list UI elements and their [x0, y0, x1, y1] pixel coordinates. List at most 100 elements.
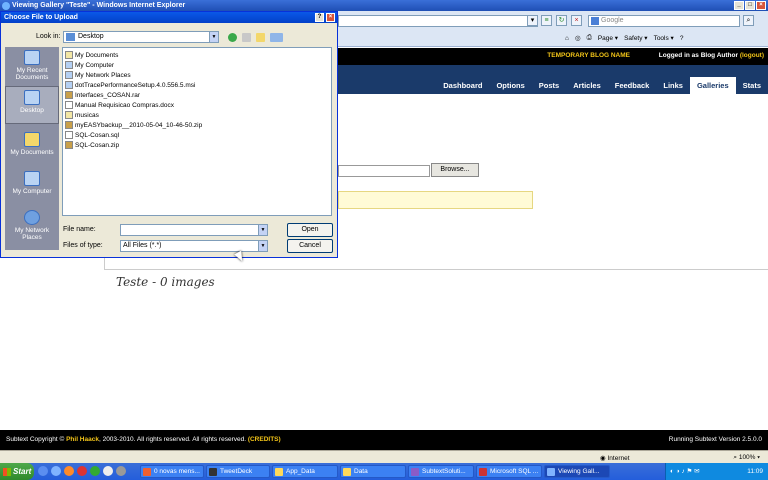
tweetdeck-icon	[209, 468, 217, 476]
help-icon[interactable]: ?	[680, 35, 684, 42]
file-name: My Computer	[75, 61, 115, 69]
maximize-button[interactable]: □	[745, 1, 755, 10]
print-icon[interactable]: ⎙	[587, 34, 592, 42]
tools-menu[interactable]: Tools ▾	[654, 34, 674, 42]
list-item[interactable]: My Network Places	[65, 70, 131, 80]
quicklaunch-ie-icon[interactable]	[51, 466, 61, 476]
list-item[interactable]: musicas	[65, 110, 99, 120]
archive-icon	[65, 141, 73, 149]
place-network[interactable]: My Network Places	[5, 207, 59, 245]
quicklaunch-chrome-icon[interactable]	[77, 466, 87, 476]
page-menu[interactable]: Page ▾	[598, 34, 618, 42]
list-item[interactable]: myEASYbackup__2010-05-04_10-46-50.zip	[65, 120, 202, 130]
cancel-button[interactable]: Cancel	[287, 239, 333, 253]
address-dropdown-icon[interactable]: ▾	[527, 15, 538, 26]
tab-posts[interactable]: Posts	[532, 81, 566, 94]
task-subtext[interactable]: SubtextSoluti...	[408, 465, 474, 478]
dialog-close-button[interactable]: ×	[326, 13, 335, 22]
tab-stats[interactable]: Stats	[736, 81, 768, 94]
tab-galleries[interactable]: Galleries	[689, 77, 736, 94]
quicklaunch-app3-icon[interactable]	[116, 466, 126, 476]
search-input[interactable]: Google	[588, 15, 740, 27]
place-recent[interactable]: My Recent Documents	[5, 47, 59, 85]
quicklaunch-app2-icon[interactable]	[103, 466, 113, 476]
feeds-icon[interactable]: ◎	[575, 34, 581, 42]
view-menu-icon[interactable]	[270, 33, 283, 42]
tab-links[interactable]: Links	[656, 81, 690, 94]
list-item[interactable]: Interfaces_COSAN.rar	[65, 90, 140, 100]
new-folder-icon[interactable]	[256, 33, 265, 42]
tab-feedback[interactable]: Feedback	[608, 81, 657, 94]
credits-link[interactable]: (CREDITS)	[248, 436, 281, 443]
file-name-label: File name:	[63, 226, 96, 233]
visual-studio-icon	[411, 468, 419, 476]
file-name: myEASYbackup__2010-05-04_10-46-50.zip	[75, 121, 203, 129]
logout-link[interactable]: (logout)	[740, 52, 764, 59]
look-in-select[interactable]: Desktop ▼	[63, 31, 219, 43]
dialog-title-bar: Choose File to Upload ? ×	[1, 12, 337, 23]
list-item[interactable]: SQL-Cosan.zip	[65, 140, 119, 150]
compatibility-icon[interactable]: ≡	[541, 15, 552, 26]
start-label: Start	[13, 467, 32, 476]
search-placeholder: Google	[601, 17, 624, 24]
task-app-data[interactable]: App_Data	[272, 465, 338, 478]
command-bar: ⌂ ◎ ⎙ Page ▾ Safety ▾ Tools ▾ ?	[565, 32, 683, 44]
search-icon[interactable]: ⌕	[743, 15, 754, 26]
home-icon[interactable]: ⌂	[565, 35, 569, 42]
file-type-select[interactable]: All Files (*.*) ▼	[120, 240, 268, 252]
zoom-level: 100%	[738, 454, 756, 461]
tray-icons[interactable]: ◐ ◑ ♪ ⚑ ✉	[670, 468, 700, 475]
file-name: Manual Requisicao Compras.docx	[75, 101, 174, 109]
list-item[interactable]: Manual Requisicao Compras.docx	[65, 100, 174, 110]
tab-dashboard[interactable]: Dashboard	[436, 81, 489, 94]
minimize-button[interactable]: _	[734, 1, 744, 10]
safety-menu[interactable]: Safety ▾	[624, 34, 648, 42]
zoom-control[interactable]: ⌕ 100% ▾	[733, 454, 760, 462]
look-in-label: Look in:	[36, 33, 61, 40]
place-desktop[interactable]: Desktop	[5, 86, 59, 124]
desktop-icon	[66, 33, 75, 41]
open-button[interactable]: Open	[287, 223, 333, 237]
look-in-value: Desktop	[78, 33, 104, 40]
close-button[interactable]: ×	[756, 1, 766, 10]
task-sql[interactable]: Microsoft SQL ...	[476, 465, 542, 478]
version-text: Running Subtext Version 2.5.0.0	[668, 436, 762, 443]
place-my-documents[interactable]: My Documents	[5, 129, 59, 167]
tab-articles[interactable]: Articles	[566, 81, 608, 94]
gallery-title: Teste - 0 images	[116, 275, 215, 289]
address-bar[interactable]	[338, 15, 538, 27]
dialog-title: Choose File to Upload	[4, 14, 78, 21]
chevron-down-icon[interactable]: ▼	[258, 225, 267, 235]
task-label: Viewing Gall...	[558, 468, 600, 475]
up-folder-icon[interactable]	[242, 33, 251, 42]
task-mail[interactable]: 0 novas mens...	[140, 465, 204, 478]
task-viewing-gallery[interactable]: Viewing Gall...	[544, 465, 610, 478]
quicklaunch-desktop-icon[interactable]	[38, 466, 48, 476]
quicklaunch-app-icon[interactable]	[90, 466, 100, 476]
refresh-icon[interactable]: ↻	[556, 15, 567, 26]
archive-icon	[65, 121, 73, 129]
author-link[interactable]: Phil Haack	[66, 436, 99, 443]
task-data[interactable]: Data	[340, 465, 406, 478]
back-icon[interactable]	[228, 33, 237, 42]
upload-file-input[interactable]	[338, 165, 430, 177]
task-label: Data	[354, 468, 368, 475]
file-name-input[interactable]: ▼	[120, 224, 268, 236]
task-tweetdeck[interactable]: TweetDeck	[206, 465, 270, 478]
place-my-computer[interactable]: My Computer	[5, 168, 59, 206]
list-item[interactable]: dotTracePerformanceSetup.4.0.556.5.msi	[65, 80, 195, 90]
file-name: My Documents	[75, 51, 119, 59]
chevron-down-icon[interactable]: ▼	[258, 241, 267, 251]
task-label: 0 novas mens...	[154, 468, 200, 475]
help-button[interactable]: ?	[315, 13, 324, 22]
chevron-down-icon[interactable]: ▼	[209, 32, 218, 42]
copyright-suffix: , 2003-2010. All rights reserved. All ri…	[98, 436, 247, 443]
browse-button[interactable]: Browse...	[431, 163, 479, 177]
tab-options[interactable]: Options	[489, 81, 531, 94]
list-item[interactable]: My Computer	[65, 60, 114, 70]
stop-icon[interactable]: ×	[571, 15, 582, 26]
start-button[interactable]: Start	[0, 463, 34, 480]
list-item[interactable]: My Documents	[65, 50, 118, 60]
list-item[interactable]: SQL-Cosan.sql	[65, 130, 119, 140]
quicklaunch-firefox-icon[interactable]	[64, 466, 74, 476]
